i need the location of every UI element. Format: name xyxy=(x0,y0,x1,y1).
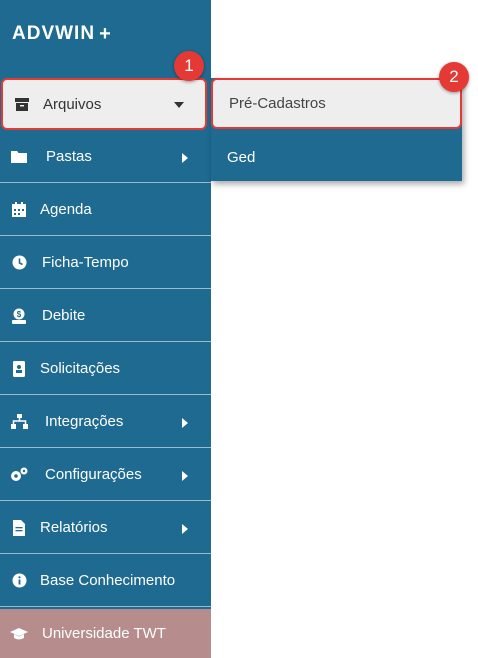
sidebar-item-universidade-twt[interactable]: Universidade TWT xyxy=(0,609,211,658)
cogs-icon xyxy=(10,466,28,484)
file-icon xyxy=(10,519,28,537)
sidebar-item-label: Arquivos xyxy=(43,95,102,113)
caret-down-icon xyxy=(173,98,185,115)
sidebar-item-relatorios[interactable]: Relatórios xyxy=(0,502,211,554)
logo-mark: + xyxy=(99,22,112,45)
sidebar-item-ficha-tempo[interactable]: Ficha-Tempo xyxy=(0,237,211,289)
sidebar-item-solicitacoes[interactable]: Solicitações xyxy=(0,343,211,395)
sidebar-item-pastas[interactable]: Pastas xyxy=(0,131,211,183)
sidebar-item-label: Agenda xyxy=(40,201,92,218)
sidebar-item-label: Universidade TWT xyxy=(42,625,166,642)
submenu-item-label: Ged xyxy=(227,149,256,166)
callout-badge-2: 2 xyxy=(439,62,469,92)
submenu-item-label: Pré-Cadastros xyxy=(229,95,326,112)
sidebar: ADVWIN + Arquivos Pastas Agenda Ficha-Te… xyxy=(0,0,211,658)
caret-right-icon xyxy=(179,416,191,433)
archive-icon xyxy=(13,95,31,113)
caret-right-icon xyxy=(179,469,191,486)
sidebar-item-label: Solicitações xyxy=(40,360,121,377)
svg-text:$: $ xyxy=(17,310,22,319)
logo-text: ADVWIN xyxy=(12,23,96,44)
folder-icon xyxy=(10,148,28,166)
sidebar-item-label: Base Conhecimento xyxy=(40,572,176,589)
sidebar-item-agenda[interactable]: Agenda xyxy=(0,184,211,236)
sidebar-item-base-conhecimento[interactable]: Base Conhecimento xyxy=(0,555,211,607)
sidebar-item-label: Pastas xyxy=(46,148,92,165)
arquivos-submenu: Pré-Cadastros Ged xyxy=(211,78,462,181)
sidebar-item-label: Integrações xyxy=(45,413,124,430)
caret-right-icon xyxy=(179,151,191,168)
network-icon xyxy=(10,413,28,431)
calendar-icon xyxy=(10,201,28,219)
sidebar-item-label: Configurações xyxy=(45,466,142,483)
sidebar-item-label: Ficha-Tempo xyxy=(42,254,129,271)
sidebar-item-label: Debite xyxy=(42,307,86,324)
info-icon xyxy=(10,572,28,590)
id-badge-icon xyxy=(10,360,28,378)
sidebar-item-label: Relatórios xyxy=(40,519,108,536)
sidebar-item-debite[interactable]: $ Debite xyxy=(0,290,211,342)
caret-right-icon xyxy=(179,522,191,539)
graduation-cap-icon xyxy=(10,625,28,643)
clock-icon xyxy=(10,254,28,272)
submenu-item-pre-cadastros[interactable]: Pré-Cadastros xyxy=(211,78,462,129)
callout-badge-1: 1 xyxy=(174,51,204,81)
debit-icon: $ xyxy=(10,307,28,325)
sidebar-item-arquivos[interactable]: Arquivos xyxy=(1,78,207,130)
sidebar-item-configuracoes[interactable]: Configurações xyxy=(0,449,211,501)
app-logo: ADVWIN + xyxy=(12,22,112,46)
submenu-item-ged[interactable]: Ged xyxy=(211,134,462,181)
sidebar-item-integracoes[interactable]: Integrações xyxy=(0,396,211,448)
